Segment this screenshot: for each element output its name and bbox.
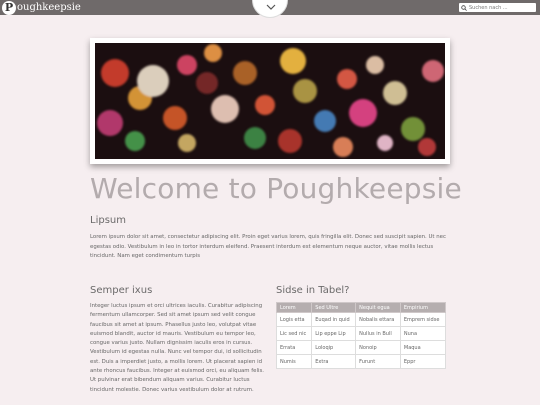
semper-paragraph: Integer luctus ipsum et orci ultrices ia…: [90, 303, 264, 393]
search-icon: [461, 4, 467, 11]
table-cell: Loloqip: [311, 340, 357, 355]
table-cell: Nuna: [399, 326, 447, 341]
table-cell: Euqad in quid: [311, 312, 357, 327]
hero-image-frame: [90, 38, 450, 164]
table-cell: Maqua: [399, 340, 447, 355]
table-cell: Eppr: [399, 354, 447, 369]
search-box: [459, 3, 536, 12]
lipsum-paragraph: Lorem ipsum dolor sit amet, consectetur …: [90, 234, 446, 259]
menu-toggle-button[interactable]: [252, 0, 288, 18]
table-cell: Nobalis ettara: [355, 312, 401, 327]
page-title: Welcome to Poughkeepsie: [90, 172, 462, 205]
table-header-row: Lorem Sed Ultre Nequit egua Empirium: [275, 302, 447, 313]
lipsum-heading: Lipsum: [90, 215, 126, 226]
table-cell: Emprem sidse: [399, 312, 447, 327]
table-cell: Logis etta: [275, 312, 313, 327]
table-header-cell: Empirium: [399, 302, 447, 313]
logo-badge: P: [2, 1, 16, 15]
table-cell: Extra: [311, 354, 357, 369]
hero-image: [95, 43, 445, 159]
table-cell: Nonoip: [355, 340, 401, 355]
table-header-cell: Nequit egua: [355, 302, 401, 313]
data-table: Lorem Sed Ultre Nequit egua Empirium Log…: [275, 302, 447, 369]
table-cell: Lip eppe Lip: [311, 326, 357, 341]
table-cell: Errata: [275, 340, 313, 355]
chevron-down-icon: [266, 4, 276, 10]
table-cell: Lic sed nic: [275, 326, 313, 341]
semper-heading: Semper ixus: [90, 285, 153, 296]
table-header-cell: Lorem: [275, 302, 313, 313]
table-heading: Sidse in Tabel?: [276, 285, 350, 296]
table-header-cell: Sed Ultre: [311, 302, 357, 313]
site-logo[interactable]: P oughkeepsie: [2, 1, 81, 15]
table-cell: Numis: [275, 354, 313, 369]
table-row: Lic sed nic Lip eppe Lip Nullus in Bull …: [275, 326, 447, 341]
logo-text: oughkeepsie: [17, 2, 81, 13]
table-row: Logis etta Euqad in quid Nobalis ettara …: [275, 312, 447, 327]
top-bar: P oughkeepsie: [0, 0, 540, 18]
table-row: Numis Extra Furunt Eppr: [275, 354, 447, 369]
table-cell: Nullus in Bull: [355, 326, 401, 341]
table-cell: Furunt: [355, 354, 401, 369]
search-input[interactable]: [469, 3, 533, 12]
table-row: Errata Loloqip Nonoip Maqua: [275, 340, 447, 355]
